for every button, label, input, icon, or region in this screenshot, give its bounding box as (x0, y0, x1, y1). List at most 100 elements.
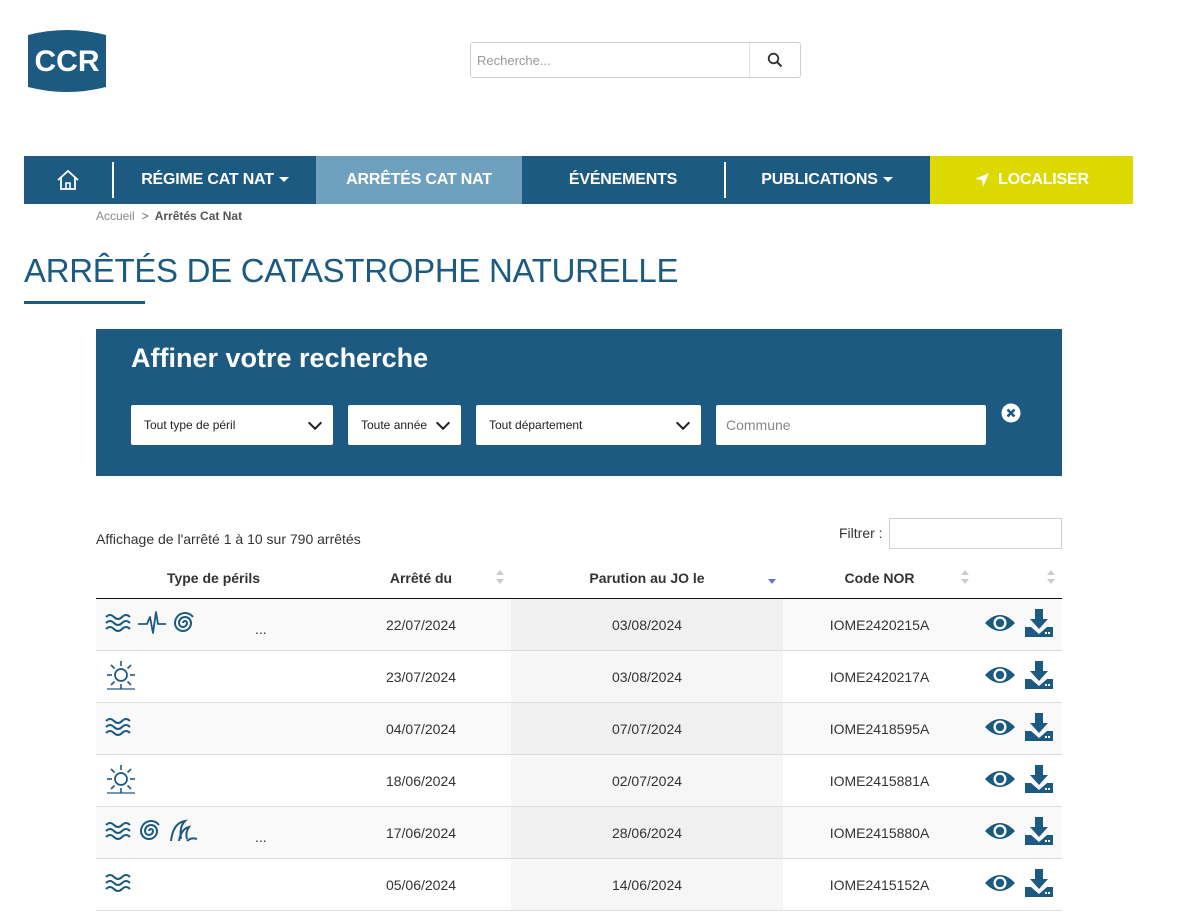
ccr-logo[interactable]: CCR (24, 27, 110, 95)
nav-label: ÉVÉNEMENTS (568, 171, 678, 188)
sort-desc-icon (768, 579, 776, 584)
parution-date: 07/07/2024 (511, 702, 783, 755)
location-arrow-icon (975, 173, 990, 187)
cyclone-icon (137, 817, 165, 848)
chevron-down-icon (675, 415, 691, 431)
header-label: Code NOR (844, 569, 915, 586)
nav-regime-cat-nat[interactable]: RÉGIME CAT NAT (114, 156, 316, 204)
flood-icon (105, 819, 133, 846)
nav-publications[interactable]: PUBLICATIONS (726, 156, 928, 204)
row-actions (976, 806, 1062, 859)
view-button[interactable] (984, 716, 1016, 741)
chevron-down-icon (307, 415, 323, 431)
eye-icon (985, 771, 1015, 787)
main-nav: RÉGIME CAT NAT ARRÊTÉS CAT NAT ÉVÉNEMENT… (24, 156, 1133, 204)
code-nor: IOME2415881A (783, 754, 976, 807)
clear-filters-button[interactable] (1001, 403, 1021, 423)
caret-down-icon (882, 176, 893, 182)
arrete-date: 23/07/2024 (331, 650, 511, 703)
drought-icon (105, 659, 137, 694)
download-button[interactable] (1024, 712, 1054, 745)
table-row: 05/06/2024 14/06/2024 IOME2415152A (96, 858, 1062, 911)
arrete-date: 05/06/2024 (331, 858, 511, 911)
search-input[interactable] (471, 43, 763, 77)
code-nor: IOME2415880A (783, 806, 976, 859)
download-button[interactable] (1024, 868, 1054, 901)
eye-icon (985, 615, 1015, 631)
nav-arretes-cat-nat[interactable]: ARRÊTÉS CAT NAT (316, 156, 522, 204)
row-actions (976, 598, 1062, 651)
table-filter-input[interactable] (889, 518, 1062, 549)
arrete-date: 18/06/2024 (331, 754, 511, 807)
nav-evenements[interactable]: ÉVÉNEMENTS (522, 156, 724, 204)
download-button[interactable] (1024, 764, 1054, 797)
eye-icon (985, 667, 1015, 683)
peril-cell (96, 650, 331, 703)
view-button[interactable] (984, 768, 1016, 793)
download-button[interactable] (1024, 660, 1054, 693)
nav-home[interactable] (24, 156, 112, 204)
header-parution[interactable]: Parution au JO le (511, 557, 783, 599)
view-button[interactable] (984, 820, 1016, 845)
home-icon (57, 169, 79, 190)
search-button[interactable] (749, 43, 800, 77)
eye-icon (985, 719, 1015, 735)
flood-icon (105, 715, 133, 742)
annee-select-value: Toute année (361, 418, 428, 432)
download-icon (1025, 609, 1053, 637)
table-row: ... 22/07/2024 03/08/2024 IOME2420215A (96, 598, 1062, 651)
peril-select[interactable]: Tout type de péril (131, 405, 333, 445)
view-button[interactable] (984, 664, 1016, 689)
header-code-nor[interactable]: Code NOR (783, 557, 976, 599)
breadcrumb-current: Arrêtés Cat Nat (154, 209, 243, 223)
parution-date: 03/08/2024 (511, 598, 783, 651)
results-table: Type de périls Arrêté du Parution au JO … (96, 557, 1062, 911)
view-button[interactable] (984, 872, 1016, 897)
peril-select-value: Tout type de péril (144, 418, 236, 432)
flood-icon (105, 871, 133, 898)
nav-localiser[interactable]: LOCALISER (930, 156, 1133, 204)
row-actions (976, 650, 1062, 703)
download-icon (1025, 869, 1053, 897)
peril-cell: ... (96, 806, 331, 859)
annee-select[interactable]: Toute année (348, 405, 461, 445)
breadcrumb-home[interactable]: Accueil (96, 209, 135, 223)
sort-both-icon (496, 570, 504, 584)
departement-select[interactable]: Tout département (476, 405, 701, 445)
peril-cell (96, 858, 331, 911)
nav-label: LOCALISER (998, 171, 1089, 188)
download-icon (1025, 661, 1053, 689)
more-perils-indicator[interactable]: ... (255, 829, 267, 845)
download-button[interactable] (1024, 608, 1054, 641)
header-actions[interactable] (976, 557, 1062, 599)
search-box (470, 42, 801, 78)
code-nor: IOME2418595A (783, 702, 976, 755)
parution-date: 03/08/2024 (511, 650, 783, 703)
peril-cell: ... (96, 598, 331, 651)
sort-both-icon (961, 570, 969, 584)
breadcrumb: Accueil > Arrêtés Cat Nat (96, 209, 242, 223)
view-button[interactable] (984, 612, 1016, 637)
table-row: 23/07/2024 03/08/2024 IOME2420217A (96, 650, 1062, 703)
more-perils-indicator[interactable]: ... (255, 621, 267, 637)
header-label: Parution au JO le (589, 569, 705, 586)
search-icon (767, 52, 783, 68)
header-type-perils[interactable]: Type de périls (96, 557, 331, 599)
page-title: ARRÊTÉS DE CATASTROPHE NATURELLE (24, 252, 679, 289)
title-underline (24, 301, 145, 304)
arrete-date: 04/07/2024 (331, 702, 511, 755)
filter-panel: Affiner votre recherche Tout type de pér… (96, 329, 1062, 476)
commune-input[interactable] (716, 405, 986, 445)
parution-date: 02/07/2024 (511, 754, 783, 807)
chevron-down-icon (435, 415, 451, 431)
table-row: ... 17/06/2024 28/06/2024 IOME2415880A (96, 806, 1062, 859)
code-nor: IOME2415152A (783, 858, 976, 911)
filter-label: Filtrer : (839, 525, 883, 541)
cyclone-icon (171, 609, 199, 640)
drought-icon (105, 763, 137, 798)
download-button[interactable] (1024, 816, 1054, 849)
header-arrete-du[interactable]: Arrêté du (331, 557, 511, 599)
sort-both-icon (1047, 570, 1055, 584)
table-row: 18/06/2024 02/07/2024 IOME2415881A (96, 754, 1062, 807)
row-actions (976, 858, 1062, 911)
